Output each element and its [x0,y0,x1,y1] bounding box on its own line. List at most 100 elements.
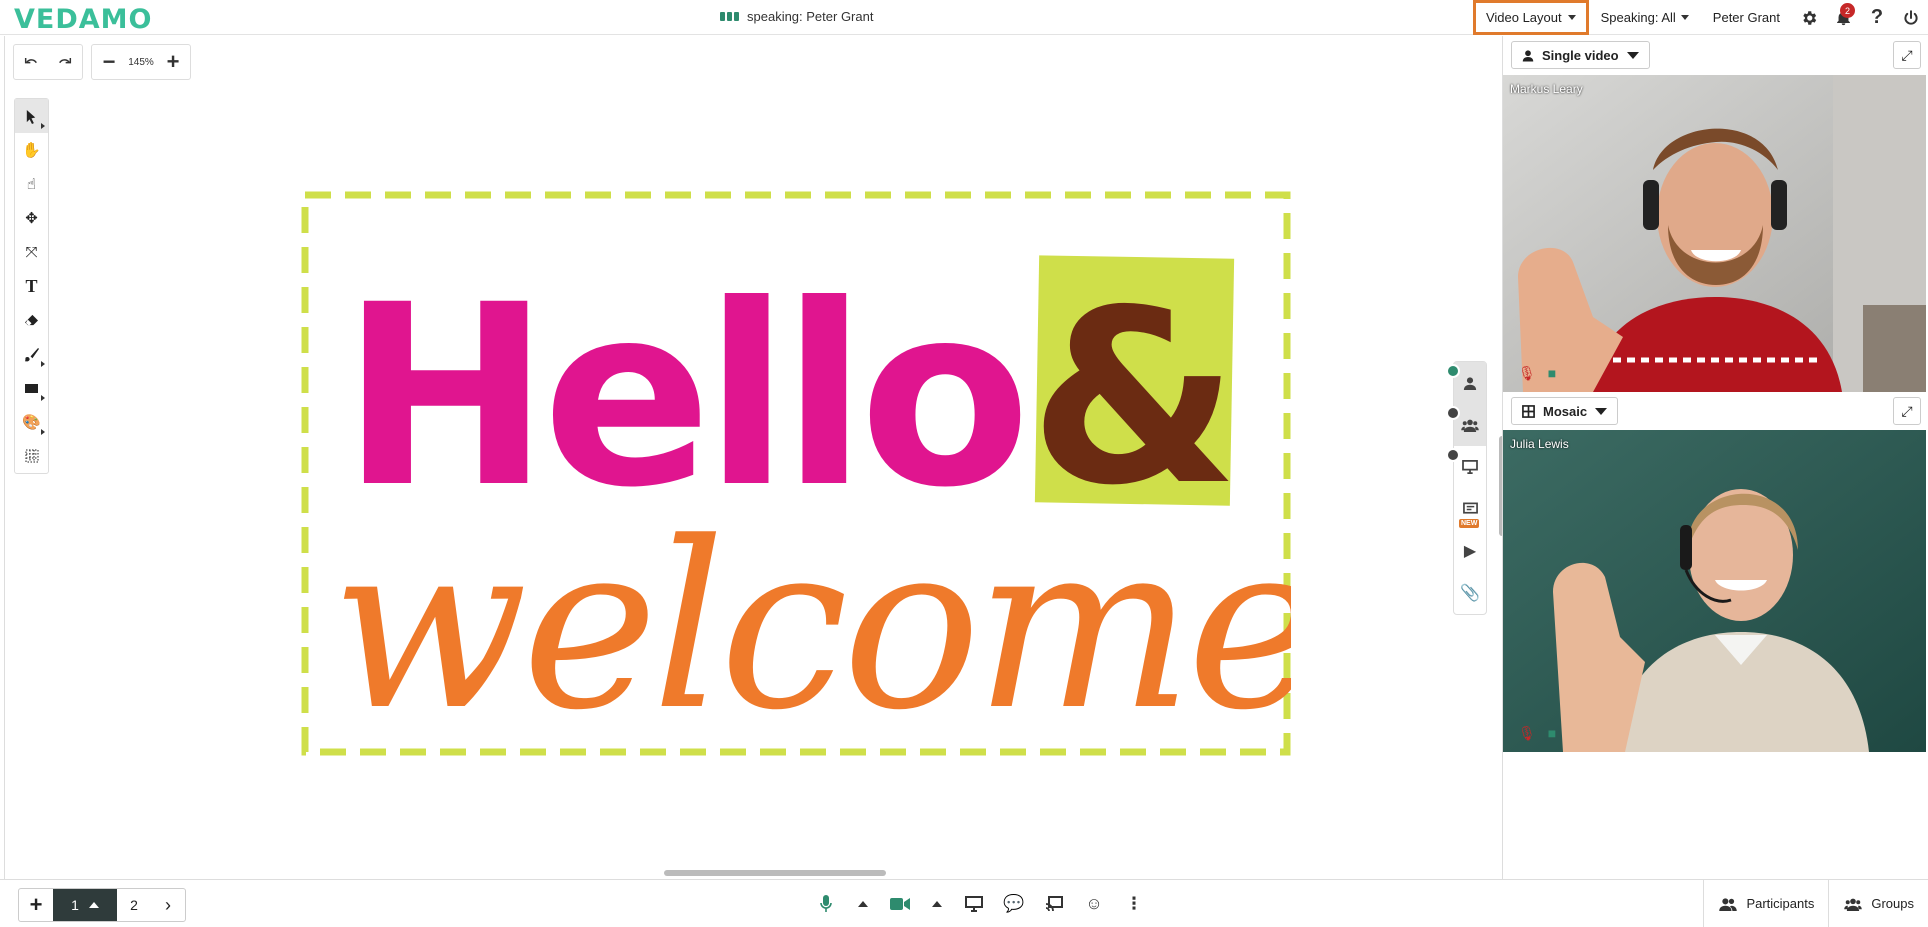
pointer-tool-icon[interactable]: ☝ [15,167,48,201]
whiteboard[interactable]: − 145% + ✋ ☝ ✥ ⤧ T 🎨 & Hello welcome NEW… [4,36,1505,879]
caret-up-icon [88,902,99,908]
expand-icon[interactable]: ⤢ [1893,41,1921,69]
video-header-bottom: Mosaic ⤢ [1503,392,1928,430]
participants-button[interactable]: Participants [1703,880,1828,927]
power-icon[interactable] [1894,0,1928,35]
text-tool-icon[interactable]: T [15,269,48,303]
cast-icon[interactable] [1036,889,1072,919]
groups-icon [1844,898,1863,911]
app-window: VEDAMO speaking: Peter Grant Video Layou… [0,0,1928,927]
color-palette-icon[interactable]: 🎨 [15,405,48,439]
groups-label: Groups [1871,896,1914,911]
media-status: 🎙 ■ [1518,725,1556,742]
single-video-label: Single video [1542,47,1619,63]
camera-icon[interactable] [882,889,918,919]
rectangle-tool-icon[interactable] [15,371,48,405]
microphone-icon[interactable] [808,889,844,919]
chat-icon[interactable]: 💬 [996,889,1032,919]
camera-on-icon: ■ [1547,365,1557,381]
video-layout-label: Video Layout [1485,10,1562,25]
status-dot [1446,406,1460,420]
video-tile-markus[interactable]: Markus Leary 🎙 ■ [1503,75,1926,392]
mosaic-dropdown[interactable]: Mosaic [1511,397,1619,425]
mic-options-caret[interactable] [848,889,878,919]
participant-name: Markus Leary [1510,82,1583,96]
vedamo-logo: VEDAMO [14,4,153,35]
video-feed-image [1503,430,1926,752]
help-icon[interactable]: ? [1860,0,1894,35]
single-user-tab[interactable] [1446,362,1486,404]
play-icon[interactable]: ▶ [1454,530,1486,572]
media-status: 🎙 ■ [1518,365,1556,382]
attachment-icon[interactable]: 📎 [1454,572,1486,614]
zoom-in-icon[interactable]: + [156,45,190,79]
participant-name: Julia Lewis [1510,437,1569,451]
undo-icon[interactable] [14,45,48,79]
notification-badge: 2 [1840,3,1855,18]
mic-muted-icon: 🎙 [1518,365,1536,381]
grid-icon [1522,404,1535,418]
caret-down-icon [1567,15,1576,20]
speaking-bars-icon [720,12,739,21]
gear-icon[interactable] [1792,0,1826,35]
more-options-icon[interactable]: ⋮ [1116,889,1152,919]
single-video-dropdown[interactable]: Single video [1511,41,1650,69]
media-controls: 💬 ☺ ⋮ [808,889,1152,919]
emoji-icon[interactable]: ☺ [1076,889,1112,919]
new-badge: NEW [1459,519,1480,528]
video-header-top: Single video ⤢ [1503,36,1928,74]
groups-button[interactable]: Groups [1828,880,1928,927]
user-icon [1522,49,1534,61]
expand-tool-icon[interactable]: ⤧ [15,235,48,269]
page-navigator: + 1 2 › [18,888,186,922]
horizontal-scrollbar[interactable] [664,870,886,876]
hello-welcome-image: & Hello welcome [301,191,1291,756]
participants-label: Participants [1746,896,1815,911]
tool-palette: ✋ ☝ ✥ ⤧ T 🎨 [14,98,49,474]
hand-tool-icon[interactable]: ✋ [15,133,48,167]
camera-on-icon: ■ [1547,725,1557,741]
video-layout-button[interactable]: Video Layout [1472,0,1589,35]
chevron-right-icon[interactable]: › [151,889,185,921]
bell-icon[interactable]: 2 [1826,0,1860,35]
video-panel: Single video ⤢ Markus Leary 🎙 ■ Mosaic ⤢… [1502,36,1928,879]
top-bar: VEDAMO speaking: Peter Grant Video Layou… [0,0,1928,35]
select-tool-icon[interactable] [15,99,48,133]
shrink-tool-icon[interactable]: ✥ [15,201,48,235]
redo-icon[interactable] [48,45,82,79]
grid-tool-icon[interactable] [15,439,48,473]
expand-icon[interactable]: ⤢ [1893,397,1921,425]
screen-share-icon[interactable] [956,889,992,919]
screen-share-tab[interactable] [1446,446,1486,488]
top-bar-right: Video Layout Speaking: All Peter Grant 2… [1472,0,1928,35]
camera-options-caret[interactable] [922,889,952,919]
speaking-filter-dropdown[interactable]: Speaking: All [1589,10,1701,25]
users-group-tab[interactable] [1446,404,1486,446]
speaking-indicator: speaking: Peter Grant [720,9,873,24]
undo-redo-group [13,44,83,80]
video-feed-image [1503,75,1926,392]
current-page-button[interactable]: 1 [53,889,117,921]
mic-muted-icon: 🎙 [1518,725,1536,741]
zoom-out-icon[interactable]: − [92,45,126,79]
user-name[interactable]: Peter Grant [1701,10,1792,25]
zoom-level: 145% [128,56,154,68]
page-2-button[interactable]: 2 [117,889,151,921]
current-page-number: 1 [71,897,79,913]
status-dot [1446,364,1460,378]
brush-tool-icon[interactable] [15,337,48,371]
status-dot [1446,448,1460,462]
welcome-text: welcome [331,494,1291,756]
notes-tab[interactable]: NEW [1454,488,1486,530]
bottom-bar: + 1 2 › 💬 ☺ ⋮ Participants Groups [0,879,1928,927]
caret-down-icon [1595,407,1608,415]
video-tile-julia[interactable]: Julia Lewis 🎙 ■ [1503,430,1926,752]
speaking-text: speaking: Peter Grant [747,9,874,24]
add-page-button[interactable]: + [19,889,53,921]
caret-down-icon [1626,51,1639,59]
speaking-filter-label: Speaking: All [1600,10,1676,25]
eraser-tool-icon[interactable] [15,303,48,337]
mosaic-label: Mosaic [1543,403,1588,419]
caret-down-icon [1680,15,1689,20]
participants-icon [1719,897,1738,911]
